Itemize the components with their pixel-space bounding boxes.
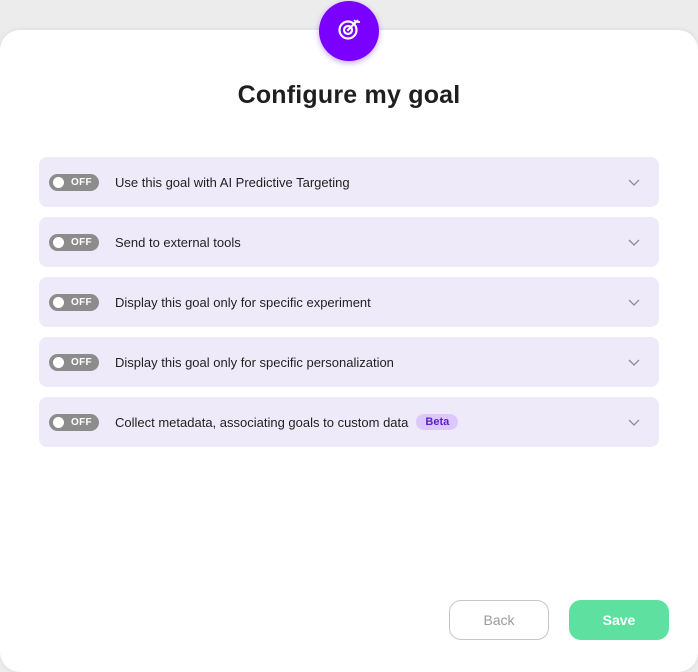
toggle-knob bbox=[53, 357, 64, 368]
chevron-down-icon[interactable] bbox=[627, 355, 641, 369]
toggle-switch[interactable]: OFF bbox=[49, 234, 99, 251]
toggle-state: OFF bbox=[71, 177, 92, 188]
toggle-state: OFF bbox=[71, 417, 92, 428]
toggle-knob bbox=[53, 417, 64, 428]
option-label-text: Send to external tools bbox=[115, 234, 241, 250]
option-ai-predictive-targeting[interactable]: OFF Use this goal with AI Predictive Tar… bbox=[39, 157, 659, 207]
option-label-text: Use this goal with AI Predictive Targeti… bbox=[115, 174, 350, 190]
option-label: Use this goal with AI Predictive Targeti… bbox=[115, 157, 350, 207]
option-specific-experiment[interactable]: OFF Display this goal only for specific … bbox=[39, 277, 659, 327]
option-label-text: Collect metadata, associating goals to c… bbox=[115, 414, 409, 430]
option-label: Send to external tools bbox=[115, 217, 241, 267]
toggle-switch[interactable]: OFF bbox=[49, 294, 99, 311]
goal-badge bbox=[319, 1, 379, 61]
goal-options-list: OFF Use this goal with AI Predictive Tar… bbox=[39, 157, 659, 457]
option-external-tools[interactable]: OFF Send to external tools bbox=[39, 217, 659, 267]
beta-badge: Beta bbox=[416, 414, 459, 430]
option-label-text: Display this goal only for specific expe… bbox=[115, 294, 371, 310]
dialog-title: Configure my goal bbox=[237, 81, 461, 109]
toggle-state: OFF bbox=[71, 357, 92, 368]
option-label-text: Display this goal only for specific pers… bbox=[115, 354, 394, 370]
option-label: Collect metadata, associating goals to c… bbox=[115, 397, 459, 447]
toggle-knob bbox=[53, 237, 64, 248]
chevron-down-icon[interactable] bbox=[627, 415, 641, 429]
toggle-state: OFF bbox=[71, 297, 92, 308]
toggle-switch[interactable]: OFF bbox=[49, 414, 99, 431]
chevron-down-icon[interactable] bbox=[627, 295, 641, 309]
option-collect-metadata[interactable]: OFF Collect metadata, associating goals … bbox=[39, 397, 659, 447]
toggle-switch[interactable]: OFF bbox=[49, 354, 99, 371]
option-specific-personalization[interactable]: OFF Display this goal only for specific … bbox=[39, 337, 659, 387]
toggle-switch[interactable]: OFF bbox=[49, 174, 99, 191]
chevron-down-icon[interactable] bbox=[627, 235, 641, 249]
back-button[interactable]: Back bbox=[449, 600, 549, 640]
option-label: Display this goal only for specific expe… bbox=[115, 277, 371, 327]
target-icon bbox=[336, 16, 362, 47]
toggle-knob bbox=[53, 297, 64, 308]
toggle-knob bbox=[53, 177, 64, 188]
option-label: Display this goal only for specific pers… bbox=[115, 337, 394, 387]
save-button[interactable]: Save bbox=[569, 600, 669, 640]
toggle-state: OFF bbox=[71, 237, 92, 248]
chevron-down-icon[interactable] bbox=[627, 175, 641, 189]
